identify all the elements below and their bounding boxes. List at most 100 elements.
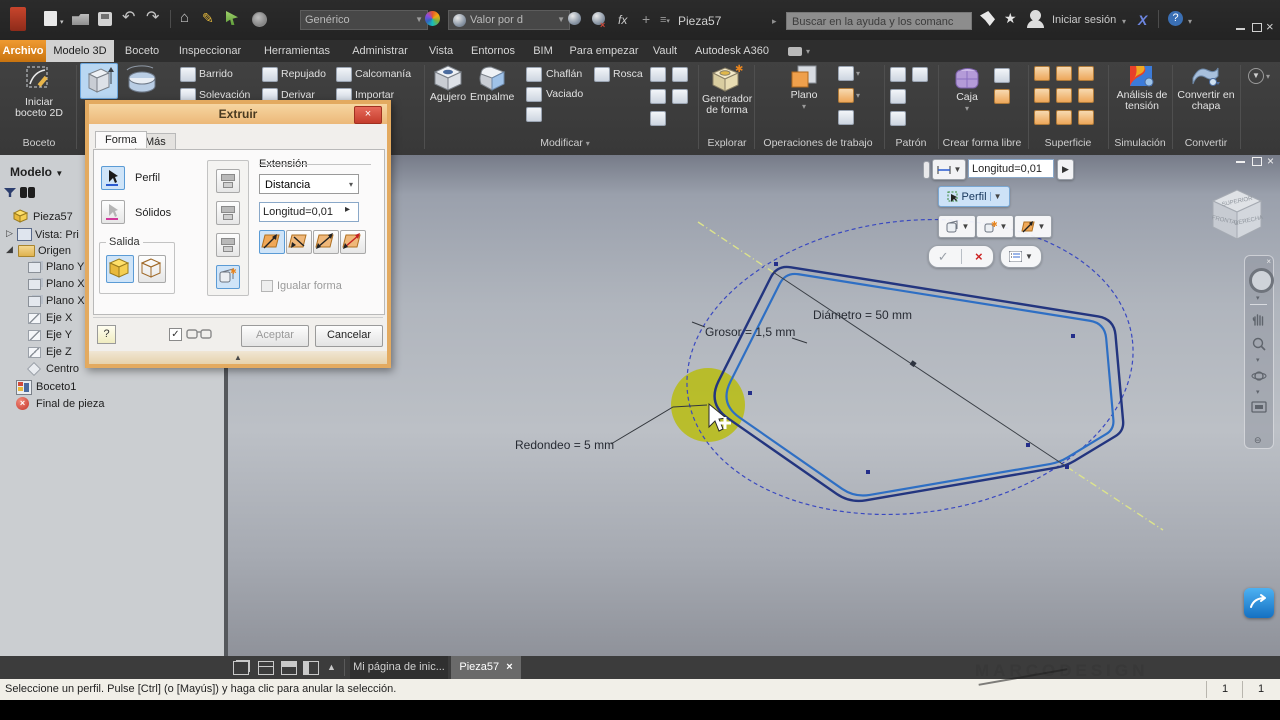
convertir-chapa-button[interactable]: Convertir en chapa	[1176, 64, 1236, 112]
chaflan-icon[interactable]	[526, 67, 542, 82]
home-doc-tab[interactable]: Mi página de inic...	[350, 656, 448, 679]
appearance-filter-icon[interactable]	[568, 12, 581, 25]
ribbon-collapse-button[interactable]: ▼	[1248, 68, 1264, 84]
espesor-icon[interactable]	[526, 107, 542, 122]
superficie-icon-1[interactable]	[1034, 66, 1050, 81]
group-label-convertir[interactable]: Convertir	[1176, 137, 1236, 149]
eliminar-cara-icon[interactable]	[672, 89, 688, 104]
repujado-label[interactable]: Repujado	[281, 68, 326, 80]
open-folder-icon[interactable]	[72, 14, 89, 25]
tab-herramientas[interactable]: Herramientas	[258, 40, 336, 62]
punto-icon[interactable]	[838, 88, 854, 103]
doc-close-button[interactable]: ×	[1267, 154, 1274, 168]
plano-button[interactable]: Plano ▾	[782, 64, 826, 112]
doc-tab-close-icon[interactable]: ×	[506, 661, 512, 673]
perfil-select-button[interactable]	[101, 166, 125, 190]
dialog-close-button[interactable]: ×	[354, 106, 382, 124]
help-search-input[interactable]: Buscar en la ayuda y los comanc	[786, 12, 972, 30]
tree-item-plano-xy[interactable]: Plano X	[46, 295, 85, 310]
tree-expander-vista[interactable]: ▷	[6, 228, 13, 243]
tab-vault[interactable]: Vault	[646, 40, 684, 62]
tile-vertical-icon[interactable]	[303, 661, 319, 675]
minibar-length-input[interactable]	[968, 159, 1054, 178]
minibar-newsolid-button[interactable]: ✱ ▼	[976, 215, 1014, 238]
igualar-forma-checkbox[interactable]	[261, 280, 273, 292]
calcomania-icon[interactable]	[336, 67, 352, 82]
tree-item-origen[interactable]: Origen	[38, 245, 71, 260]
new-file-icon[interactable]	[44, 11, 57, 26]
mover-cuerpo-icon[interactable]	[650, 89, 666, 104]
minibar-next-button[interactable]: ▶	[1057, 159, 1074, 180]
tab-inspeccionar[interactable]: Inspeccionar	[172, 40, 248, 62]
calcomania-label[interactable]: Calcomanía	[355, 68, 411, 80]
tab-entornos[interactable]: Entornos	[466, 40, 520, 62]
caja-button[interactable]: Caja ▾	[946, 64, 988, 114]
doc-restore-button[interactable]	[1252, 157, 1262, 166]
patron-rectangular-icon[interactable]	[890, 67, 906, 82]
minibar-options-button[interactable]: ▼	[1000, 245, 1042, 268]
undo-icon[interactable]: ↶	[122, 10, 135, 26]
tree-item-vista[interactable]: Vista: Pri	[35, 229, 79, 244]
tab-modelo-3d[interactable]: Modelo 3D	[46, 40, 114, 62]
help-caret-icon[interactable]: ▾	[1188, 17, 1192, 26]
tree-item-plano-yz[interactable]: Plano Y	[46, 261, 84, 276]
tab-autodesk-a360[interactable]: Autodesk A360	[690, 40, 774, 62]
superficie-icon-3[interactable]	[1078, 66, 1094, 81]
aceptar-button[interactable]: Aceptar	[241, 325, 309, 347]
view-cube[interactable]: SUPERIOR FRONTAL DERECHA	[1201, 181, 1271, 251]
dim-redondeo[interactable]: Redondeo = 5 mm	[515, 438, 614, 452]
simetria-icon[interactable]	[912, 67, 928, 82]
select-tool-icon[interactable]	[226, 11, 238, 25]
a360-camera-caret[interactable]: ▾	[806, 47, 810, 56]
generador-forma-button[interactable]: ✱ Generador de forma	[702, 64, 752, 116]
dialog-help-button[interactable]: ?	[97, 325, 116, 344]
navbar-caret[interactable]: ▾	[1256, 294, 1260, 302]
superficie-icon-2[interactable]	[1056, 66, 1072, 81]
measure-plus-icon[interactable]: +	[642, 11, 650, 27]
minibar-grip[interactable]	[923, 161, 930, 179]
direction-flipped-button[interactable]	[286, 230, 312, 254]
boolean-intersect-button[interactable]	[216, 233, 240, 257]
vaciado-icon[interactable]	[526, 87, 542, 102]
tree-item-eje-y[interactable]: Eje Y	[46, 329, 72, 344]
group-label-simulacion[interactable]: Simulación	[1108, 137, 1172, 149]
group-label-explorar[interactable]: Explorar	[700, 137, 754, 149]
sketch-edit-icon[interactable]: ✎	[202, 10, 214, 26]
superficie-icon-6[interactable]	[1078, 88, 1094, 103]
dialog-collapse-strip[interactable]: ▲	[89, 351, 387, 364]
zoom-caret[interactable]: ▾	[1256, 356, 1260, 364]
redo-icon[interactable]: ↷	[146, 10, 159, 26]
agujero-button[interactable]: Agujero	[426, 64, 470, 103]
tab-boceto[interactable]: Boceto	[120, 40, 164, 62]
boolean-cut-button[interactable]	[216, 201, 240, 225]
appearance-dropdown[interactable]: Valor por d ▼	[448, 10, 570, 30]
adjust-list-icon[interactable]: ≡▾	[660, 12, 670, 30]
eje-caret[interactable]: ▾	[856, 69, 860, 78]
distance-flyout-icon[interactable]: ▸	[345, 204, 350, 215]
barrido-icon[interactable]	[180, 67, 196, 82]
cascade-windows-icon[interactable]	[233, 661, 249, 675]
forma-libre-icon-2[interactable]	[994, 89, 1010, 104]
find-icon[interactable]	[20, 187, 36, 198]
favorites-star-icon[interactable]: ★	[1004, 10, 1017, 26]
direction-default-button[interactable]	[259, 230, 285, 254]
group-label-forma-libre[interactable]: Crear forma libre	[938, 137, 1026, 149]
color-wheel-icon[interactable]	[425, 11, 440, 26]
material-dropdown[interactable]: Genérico ▼	[300, 10, 428, 30]
navbar-close-icon[interactable]: ×	[1266, 257, 1271, 266]
doc-minimize-button[interactable]	[1236, 161, 1245, 163]
analisis-tension-button[interactable]: Análisis de tensión	[1114, 64, 1170, 112]
new-solid-button[interactable]: ✱	[216, 265, 240, 289]
salida-solido-button[interactable]	[106, 255, 134, 283]
active-doc-tab[interactable]: Pieza57 ×	[451, 656, 521, 679]
signin-caret-icon[interactable]: ▾	[1122, 17, 1126, 26]
boolean-join-button[interactable]	[216, 169, 240, 193]
superficie-icon-5[interactable]	[1056, 88, 1072, 103]
save-icon[interactable]	[98, 12, 112, 26]
direction-asymmetric-button[interactable]	[340, 230, 366, 254]
search-expand-icon[interactable]: ▸	[772, 16, 777, 27]
empalme-button[interactable]: Empalme	[470, 64, 514, 103]
patron-circular-icon[interactable]	[890, 89, 906, 104]
globe-icon[interactable]	[252, 12, 267, 27]
tree-item-plano-xz[interactable]: Plano X	[46, 278, 85, 293]
